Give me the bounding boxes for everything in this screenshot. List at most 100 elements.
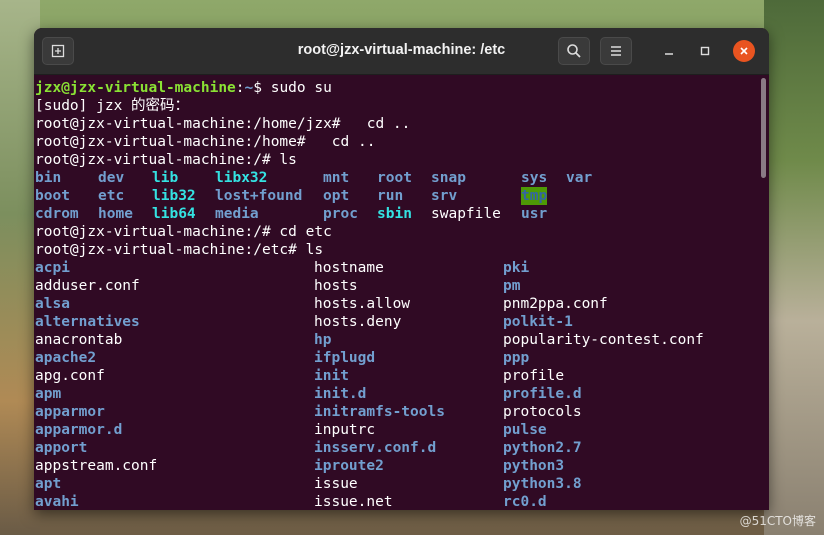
scrollbar-thumb[interactable] xyxy=(761,78,766,178)
ls-entry: hosts.allow xyxy=(314,296,411,312)
minimize-button[interactable] xyxy=(658,40,680,62)
ls-entry: init xyxy=(314,368,349,384)
ls-etc-row: acpi hostname pki xyxy=(35,259,758,277)
ls-entry: hp xyxy=(314,332,332,348)
ls-entry: alsa xyxy=(35,296,70,312)
ls-etc-row: apt issue python3.8 xyxy=(35,475,758,493)
ls-entry: adduser.conf xyxy=(35,278,140,294)
terminal-window: root@jzx-virtual-machine: /etc jzx@jzx-v… xyxy=(34,28,769,510)
ls-entry: tmp xyxy=(521,187,548,205)
ls-etc-row: alternatives hosts.deny polkit-1 xyxy=(35,313,758,331)
ls-etc-row: apm init.d profile.d xyxy=(35,385,758,403)
ls-entry: snap xyxy=(431,170,466,186)
terminal-output[interactable]: jzx@jzx-virtual-machine:~$ sudo su [sudo… xyxy=(34,75,758,510)
prompt-user: jzx@jzx-virtual-machine xyxy=(35,80,236,96)
ls-entry: python3 xyxy=(503,458,565,474)
terminal-line: root@jzx-virtual-machine:/# cd etc xyxy=(35,224,332,240)
ls-entry: hostname xyxy=(314,260,384,276)
terminal-line: [sudo] jzx 的密码： xyxy=(35,98,190,114)
ls-entry: apt xyxy=(35,476,62,492)
ls-entry: python3.8 xyxy=(503,476,582,492)
ls-entry: pki xyxy=(503,260,530,276)
ls-entry: apport xyxy=(35,440,88,456)
ls-entry: apparmor.d xyxy=(35,422,123,438)
ls-entry: lib xyxy=(152,170,179,186)
maximize-icon xyxy=(700,46,710,56)
ls-entry: proc xyxy=(323,206,358,222)
ls-entry: acpi xyxy=(35,260,70,276)
ls-entry: var xyxy=(566,170,593,186)
ls-root-row: cdrom home lib64 media proc sbin swapfil… xyxy=(35,205,758,223)
command-text: $ sudo su xyxy=(253,80,332,96)
ls-entry: avahi xyxy=(35,494,79,510)
search-icon xyxy=(567,44,581,58)
ls-entry: sys xyxy=(521,170,548,186)
search-button[interactable] xyxy=(558,37,590,65)
ls-entry: inputrc xyxy=(314,422,376,438)
ls-entry: usr xyxy=(521,206,548,222)
desktop-background-right xyxy=(764,0,824,535)
ls-entry: root xyxy=(377,170,412,186)
ls-entry: initramfs-tools xyxy=(314,404,445,420)
maximize-button[interactable] xyxy=(694,40,716,62)
ls-etc-row: apache2 ifplugd ppp xyxy=(35,349,758,367)
ls-etc-row: apparmor.d inputrc pulse xyxy=(35,421,758,439)
ls-entry: boot xyxy=(35,188,70,204)
ls-etc-row: alsa hosts.allow pnm2ppa.conf xyxy=(35,295,758,313)
ls-entry: media xyxy=(215,206,259,222)
ls-entry: polkit-1 xyxy=(503,314,573,330)
ls-entry: run xyxy=(377,188,404,204)
ls-entry: insserv.conf.d xyxy=(314,440,437,456)
terminal-line: root@jzx-virtual-machine:/# ls xyxy=(35,152,297,168)
ls-etc-row: apport insserv.conf.d python2.7 xyxy=(35,439,758,457)
ls-etc-row: adduser.conf hosts pm xyxy=(35,277,758,295)
terminal-line: root@jzx-virtual-machine:/home/jzx# cd .… xyxy=(35,116,411,132)
ls-entry: init.d xyxy=(314,386,367,402)
ls-entry: pnm2ppa.conf xyxy=(503,296,608,312)
ls-entry: apm xyxy=(35,386,62,402)
ls-entry: python2.7 xyxy=(503,440,582,456)
terminal-line: root@jzx-virtual-machine:/etc# ls xyxy=(35,242,324,258)
ls-entry: pulse xyxy=(503,422,547,438)
ls-entry: ppp xyxy=(503,350,530,366)
prompt-colon: : xyxy=(235,80,245,96)
ls-entry: issue xyxy=(314,476,358,492)
ls-entry: protocols xyxy=(503,404,582,420)
ls-etc-listing: acpi hostname pki adduser.conf hosts pm alsa ho… xyxy=(35,259,758,510)
ls-etc-row: apg.conf init profile xyxy=(35,367,758,385)
ls-etc-row: apparmor initramfs-tools protocols xyxy=(35,403,758,421)
ls-entry: apache2 xyxy=(35,350,97,366)
ls-entry: dev xyxy=(98,170,125,186)
ls-entry: opt xyxy=(323,188,350,204)
ls-etc-row: anacrontab hp popularity-contest.conf xyxy=(35,331,758,349)
terminal-line: jzx@jzx-virtual-machine:~$ sudo su xyxy=(35,79,758,97)
close-icon xyxy=(740,47,748,55)
ls-etc-row: avahi issue.net rc0.d xyxy=(35,493,758,510)
ls-entry: hosts.deny xyxy=(314,314,402,330)
ls-entry: mnt xyxy=(323,170,350,186)
ls-entry: rc0.d xyxy=(503,494,547,510)
ls-entry: etc xyxy=(98,188,125,204)
title-bar: root@jzx-virtual-machine: /etc xyxy=(34,28,769,75)
ls-entry: profile.d xyxy=(503,386,582,402)
ls-entry: ifplugd xyxy=(314,350,376,366)
terminal-line: root@jzx-virtual-machine:/home# cd .. xyxy=(35,134,376,150)
ls-entry: cdrom xyxy=(35,206,79,222)
ls-entry: iproute2 xyxy=(314,458,384,474)
ls-entry: lib32 xyxy=(152,188,196,204)
ls-root-row: boot etc lib32 lost+found opt run srv tm… xyxy=(35,187,758,205)
ls-entry: swapfile xyxy=(431,206,501,222)
ls-entry: sbin xyxy=(377,206,412,222)
ls-entry: hosts xyxy=(314,278,358,294)
ls-entry: home xyxy=(98,206,133,222)
ls-entry: apparmor xyxy=(35,404,105,420)
ls-entry: lost+found xyxy=(215,188,303,204)
close-button[interactable] xyxy=(733,40,755,62)
minimize-icon xyxy=(665,53,673,55)
hamburger-menu-icon xyxy=(611,46,621,56)
ls-entry: pm xyxy=(503,278,521,294)
ls-entry: lib64 xyxy=(152,206,196,222)
ls-entry: appstream.conf xyxy=(35,458,158,474)
menu-button[interactable] xyxy=(600,37,632,65)
ls-entry: srv xyxy=(431,188,458,204)
